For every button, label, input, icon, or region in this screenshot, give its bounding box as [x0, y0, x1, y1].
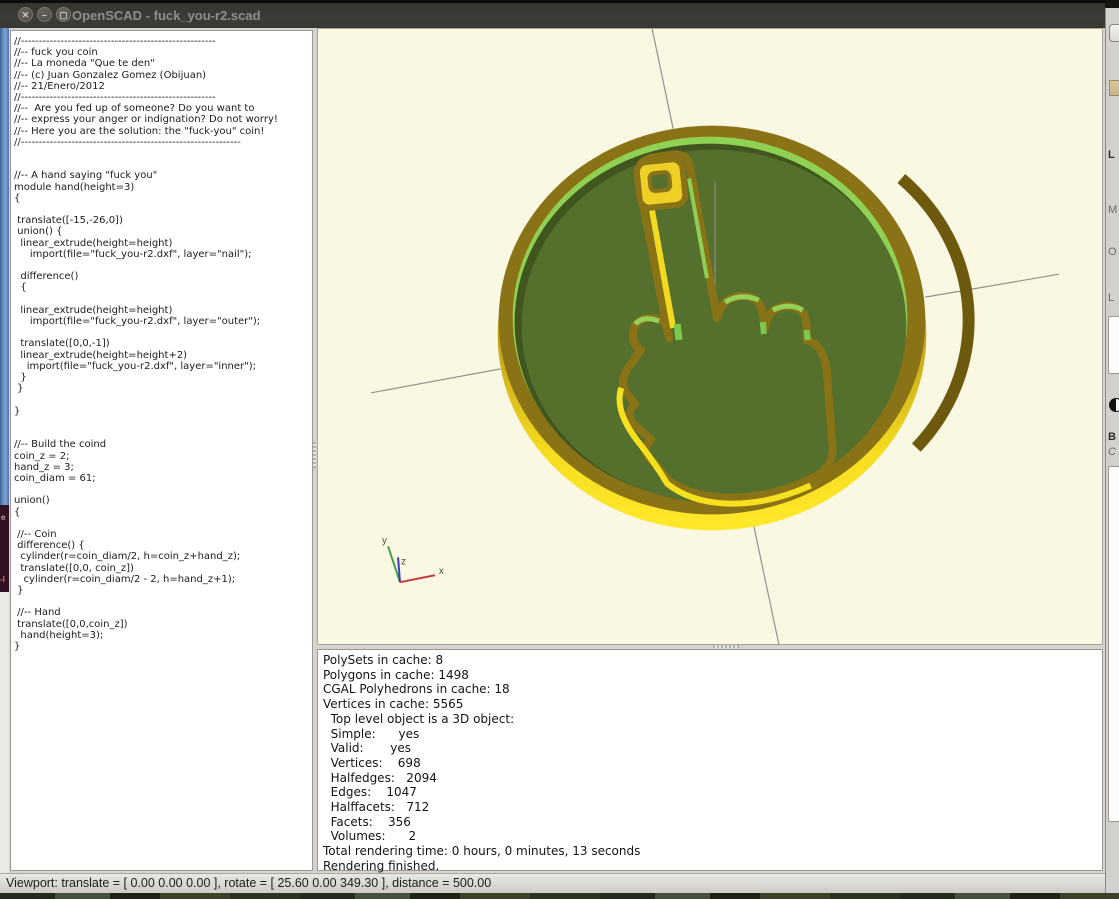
window-controls: ✕ – ▢	[18, 7, 71, 22]
close-button[interactable]: ✕	[18, 7, 33, 22]
background-window-dark-edge: e -l	[0, 505, 9, 592]
console-panel[interactable]: PolySets in cache: 8 Polygons in cache: …	[317, 649, 1103, 871]
y-axis-label: y	[382, 535, 387, 546]
code-editor-panel[interactable]: //--------------------------------------…	[10, 30, 313, 871]
titlebar[interactable]: ✕ – ▢ OpenSCAD - fuck_you-r2.scad	[0, 0, 1105, 28]
half-moon-icon	[1109, 398, 1119, 412]
desktop-wallpaper-strip	[0, 893, 1119, 899]
background-window-light-edge	[0, 592, 9, 873]
sliver-text-fragment: B	[1108, 431, 1116, 443]
sliver-text-fragment: O	[1108, 246, 1117, 258]
splitter-handle[interactable]	[313, 442, 316, 468]
z-axis-label: z	[401, 556, 406, 567]
sliver-text-fragment: L	[1108, 149, 1115, 161]
splitter-handle[interactable]	[713, 645, 739, 648]
render-canvas[interactable]: y z x	[318, 29, 1102, 644]
edge-text-fragment: e	[1, 513, 5, 522]
sliver-white-panel	[1108, 466, 1119, 822]
sliver-text-fragment: C	[1108, 446, 1116, 458]
background-window-edge	[0, 28, 9, 505]
minimize-button[interactable]: –	[37, 7, 52, 22]
sliver-button[interactable]	[1109, 24, 1119, 42]
edge-text-fragment: -l	[0, 575, 5, 584]
sliver-text-fragment: M	[1108, 204, 1117, 216]
3d-viewport[interactable]: y z x	[317, 28, 1103, 645]
axis-indicator: y z x	[382, 535, 444, 582]
console-output: PolySets in cache: 8 Polygons in cache: …	[318, 650, 1102, 874]
background-window-right-sliver: L M O L B C	[1105, 8, 1119, 893]
status-bar: Viewport: translate = [ 0.00 0.00 0.00 ]…	[0, 873, 1105, 893]
scad-source-code[interactable]: //--------------------------------------…	[11, 31, 312, 652]
finger-nail	[636, 158, 686, 208]
maximize-button[interactable]: ▢	[56, 7, 71, 22]
viewport-status-text: Viewport: translate = [ 0.00 0.00 0.00 ]…	[6, 876, 491, 890]
sliver-text-fragment: L	[1108, 292, 1114, 304]
desktop-screen: ✕ – ▢ OpenSCAD - fuck_you-r2.scad e -l /…	[0, 0, 1119, 899]
sliver-white-field	[1108, 316, 1119, 374]
x-axis-label: x	[439, 566, 444, 577]
window-title: OpenSCAD - fuck_you-r2.scad	[72, 8, 261, 23]
sliver-icon	[1109, 80, 1119, 96]
